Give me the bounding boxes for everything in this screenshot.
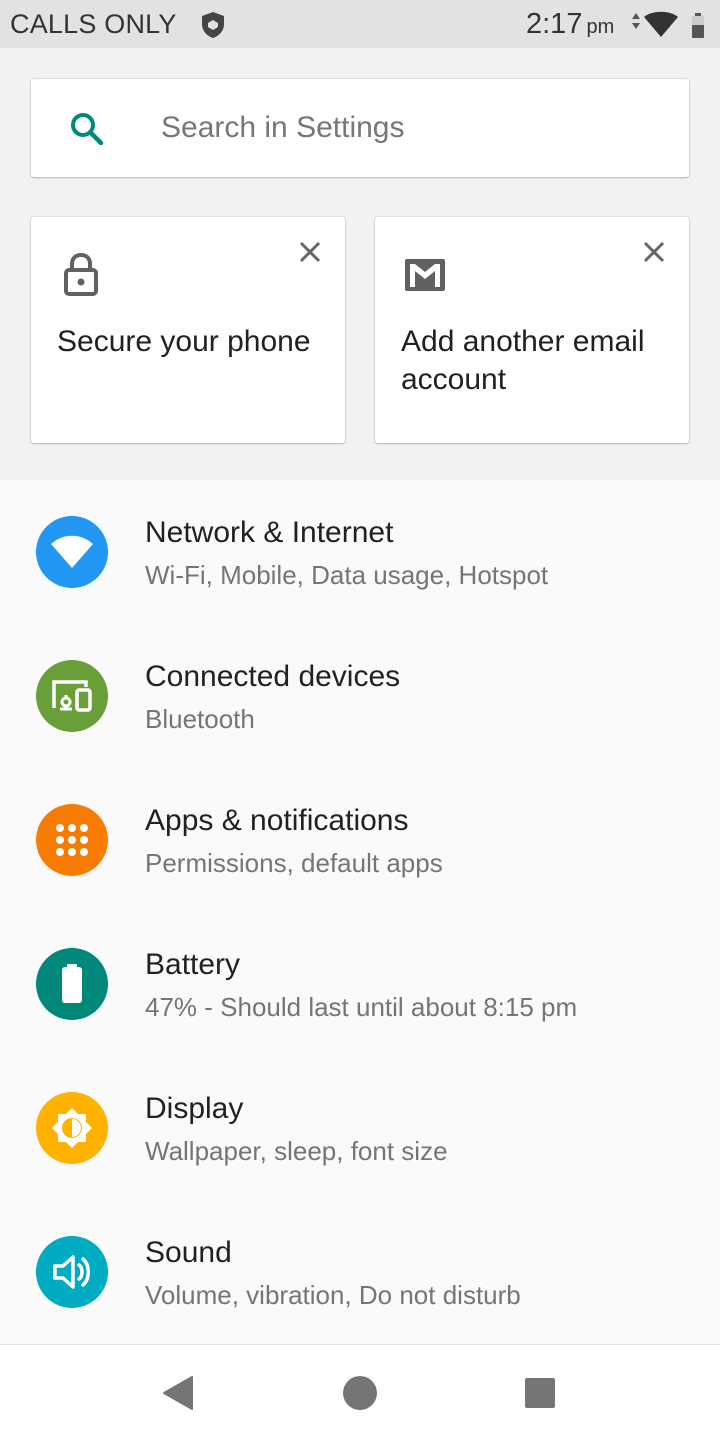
home-icon[interactable]: [340, 1373, 380, 1413]
settings-item-subtitle: Wallpaper, sleep, font size: [145, 1136, 448, 1166]
clock-ampm: pm: [586, 16, 615, 38]
settings-item-battery[interactable]: Battery 47% - Should last until about 8:…: [0, 912, 720, 1056]
settings-item-connected-devices[interactable]: Connected devices Bluetooth: [0, 624, 720, 768]
carrier-label: CALLS ONLY: [10, 9, 177, 39]
settings-item-subtitle: Wi-Fi, Mobile, Data usage, Hotspot: [145, 560, 549, 590]
settings-item-title: Sound: [145, 1236, 232, 1269]
navigation-bar: [0, 1344, 720, 1440]
brightness-icon: [36, 1092, 108, 1164]
close-icon[interactable]: [295, 237, 325, 267]
settings-item-display[interactable]: Display Wallpaper, sleep, font size: [0, 1056, 720, 1200]
suggestion-card-secure-phone[interactable]: Secure your phone: [31, 217, 345, 443]
settings-item-apps[interactable]: Apps & notifications Permissions, defaul…: [0, 768, 720, 912]
shield-icon: [202, 12, 224, 38]
status-bar: CALLS ONLY 2:17 pm: [0, 0, 720, 48]
settings-item-title: Apps & notifications: [145, 804, 409, 837]
wifi-icon: [36, 516, 108, 588]
close-icon[interactable]: [639, 237, 669, 267]
status-icons: [632, 11, 704, 38]
settings-item-sound[interactable]: Sound Volume, vibration, Do not disturb: [0, 1200, 720, 1344]
suggestion-card-add-email[interactable]: Add another email account: [375, 217, 689, 443]
battery-icon: [36, 948, 108, 1020]
settings-item-subtitle: Permissions, default apps: [145, 848, 443, 878]
recents-icon[interactable]: [520, 1373, 560, 1413]
settings-item-network[interactable]: Network & Internet Wi-Fi, Mobile, Data u…: [0, 480, 720, 624]
suggestions-area: Search in Settings Secure your phone Add…: [0, 48, 720, 480]
settings-item-title: Battery: [145, 948, 241, 981]
settings-item-title: Display: [145, 1092, 244, 1125]
status-clock: 2:17 pm: [526, 8, 614, 41]
settings-list: Network & Internet Wi-Fi, Mobile, Data u…: [0, 480, 720, 1344]
settings-item-subtitle: Bluetooth: [145, 704, 255, 734]
wifi-status-icon: [644, 11, 678, 37]
suggestion-label: Add another email account: [401, 325, 645, 396]
settings-item-title: Connected devices: [145, 660, 401, 693]
settings-item-title: Network & Internet: [145, 516, 394, 549]
apps-icon: [36, 804, 108, 876]
suggestion-label: Secure your phone: [57, 325, 311, 358]
lock-icon: [64, 252, 98, 296]
search-icon: [71, 113, 104, 146]
back-icon[interactable]: [158, 1373, 198, 1413]
battery-status-icon: [692, 13, 704, 38]
devices-icon: [36, 660, 108, 732]
clock-time: 2:17: [526, 8, 583, 40]
volume-icon: [36, 1236, 108, 1308]
data-activity-icon: [632, 13, 640, 29]
gmail-icon: [405, 259, 445, 291]
settings-item-subtitle: Volume, vibration, Do not disturb: [145, 1280, 521, 1310]
settings-item-subtitle: 47% - Should last until about 8:15 pm: [145, 992, 578, 1022]
search-bar[interactable]: Search in Settings: [31, 79, 689, 177]
search-placeholder[interactable]: Search in Settings: [161, 111, 404, 145]
